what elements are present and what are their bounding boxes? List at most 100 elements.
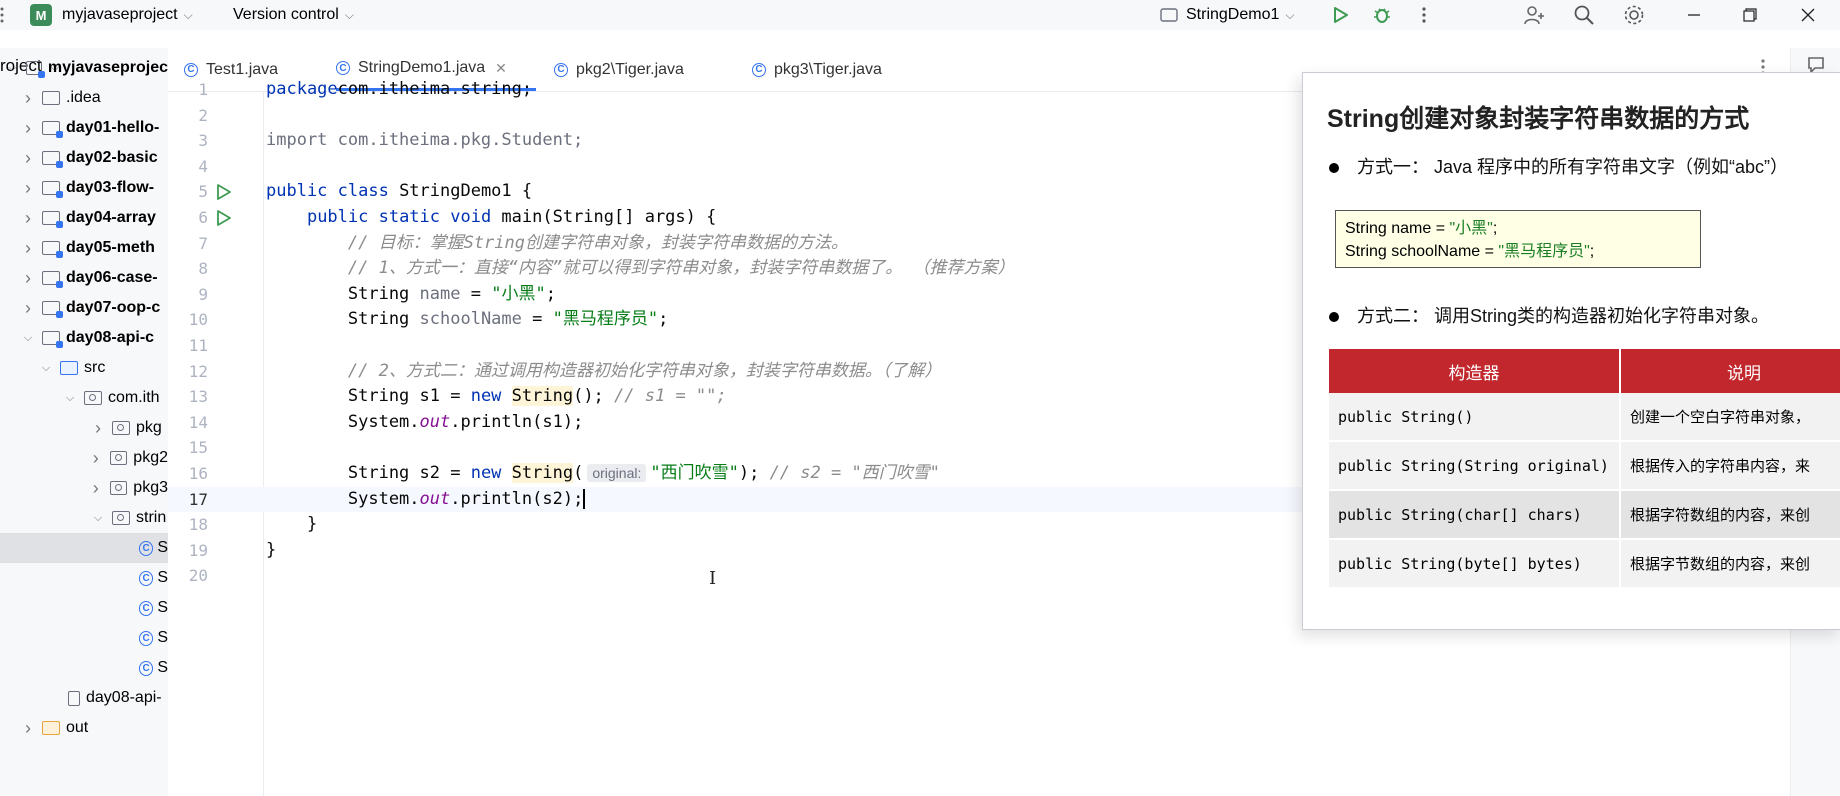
chevron-down-icon[interactable]: ⌵ [7,62,18,75]
code-token: out [419,411,451,432]
code-text[interactable]: System.out.println(s1); [266,410,583,436]
tree-item[interactable]: › day02-basic [0,143,168,173]
tree-item[interactable]: › day04-array [0,203,168,233]
tab-label: pkg2\Tiger.java [576,60,684,78]
code-token: // s1 = ""; [614,386,727,407]
code-token: // 1、方式一：直接“内容”就可以得到字符串对象，封装字符串数据了。 （推荐方… [266,258,1015,279]
tree-item[interactable]: CS [0,563,168,593]
tree-item-label: day05-meth [66,239,155,256]
close-tab-icon[interactable]: ✕ [495,60,507,77]
tree-item[interactable]: › day01-hello- [0,113,168,143]
code-text[interactable]: public class StringDemo1 { [266,179,532,205]
table-cell: public String(String original) [1329,441,1621,491]
tree-item[interactable]: › day06-case- [0,263,168,293]
run-config-selector[interactable]: StringDemo1 ⌵ [1160,0,1294,30]
minimize-icon[interactable] [1682,3,1706,27]
code-text[interactable]: // 1、方式一：直接“内容”就可以得到字符串对象，封装字符串数据了。 （推荐方… [266,256,1015,282]
module-folder-icon [42,181,63,198]
tree-item-label: day08-api- [86,689,162,706]
code-line: 20 [168,563,1304,589]
chevron-right-icon[interactable]: › [22,718,34,739]
main-menu-icon[interactable] [0,0,6,30]
code-text[interactable]: System.out.println(s2); [266,487,586,513]
line-number: 1 [198,80,208,99]
tree-item[interactable]: CS [0,593,168,623]
tree-item[interactable]: CS [0,533,168,563]
run-gutter-icon[interactable] [214,183,232,201]
search-icon[interactable] [1572,3,1596,27]
code-token: // 目标：掌握String创建字符串对象，封装字符串数据的方法。 [266,232,848,253]
module-folder-icon [42,301,63,318]
tree-item[interactable]: ⌵ day08-api-c [0,323,168,353]
run-gutter-icon[interactable] [214,209,232,227]
run-icon[interactable] [1328,3,1352,27]
code-token: ( [573,463,584,483]
settings-icon[interactable] [1622,3,1646,27]
chevron-right-icon[interactable]: › [22,208,34,229]
code-text[interactable]: } [266,538,276,564]
tree-item[interactable]: › pkg3 [0,473,168,503]
close-icon[interactable] [1796,3,1820,27]
code-text[interactable]: String s2 = new String(original: "西门吹雪");… [266,461,940,487]
bullet-dot-icon [1329,163,1339,174]
chevron-right-icon[interactable]: › [92,418,104,439]
chevron-down-icon[interactable]: ⌵ [22,332,34,345]
tree-item-label: day06-case- [66,269,158,286]
tree-item[interactable]: › .idea [0,83,168,113]
chevron-down-icon[interactable]: ⌵ [40,362,52,375]
code-text[interactable]: // 2、方式二：通过调用构造器初始化字符串对象，封装字符串数据。（了解） [266,359,941,385]
version-control-menu[interactable]: Version control ⌵ [233,0,354,30]
chevron-right-icon[interactable]: › [22,238,34,259]
chevron-right-icon[interactable]: › [22,178,34,199]
tree-item[interactable]: ⌵ src [0,353,168,383]
package-icon [109,481,128,495]
code-token: (); [573,386,615,407]
tree-item[interactable]: CS [0,623,168,653]
code-token: ; [658,309,669,330]
code-text[interactable]: // 目标：掌握String创建字符串对象，封装字符串数据的方法。 [266,231,848,257]
tree-item[interactable]: ⌵ strin [0,503,168,533]
code-text[interactable]: import com.itheima.pkg.Student; [266,128,583,154]
tree-item[interactable]: › out [0,713,168,743]
tree-item[interactable]: › pkg2 [0,443,168,473]
chevron-right-icon[interactable]: › [90,448,102,469]
code-text[interactable]: String name = "小黑"; [266,282,556,308]
add-user-icon[interactable] [1522,3,1546,27]
code-line: 9 String name = "小黑"; [168,282,1304,308]
debug-icon[interactable] [1370,3,1394,27]
code-text[interactable]: packagecom.itheima.string; [266,77,532,103]
code-token: ; [545,283,556,304]
chevron-right-icon[interactable]: › [22,88,34,109]
chevron-right-icon[interactable]: › [22,268,34,289]
tree-item[interactable]: ⌵ myjavaseprojec [0,53,168,83]
code-line: 3 import com.itheima.pkg.Student; [168,128,1304,154]
more-icon[interactable] [1412,3,1436,27]
chevron-right-icon[interactable]: › [90,478,102,499]
class-icon: C [138,570,154,586]
tree-item[interactable]: › day05-meth [0,233,168,263]
chevron-right-icon[interactable]: › [22,118,34,139]
chevron-down-icon[interactable]: ⌵ [64,392,76,405]
tree-item[interactable]: CS [0,653,168,683]
code-line: 19} [168,538,1304,564]
line-number: 12 [188,361,208,381]
chevron-down-icon[interactable]: ⌵ [92,512,104,525]
slide-overlay: String创建对象封装字符串数据的方式 方式一： Java 程序中的所有字符串… [1302,72,1840,630]
code-token: name [419,283,461,304]
code-token: com.itheima.string; [337,79,533,99]
project-switcher[interactable]: M myjavaseproject ⌵ [30,0,193,30]
chevron-right-icon[interactable]: › [22,298,34,319]
code-text[interactable]: public static void main(String[] args) { [266,205,716,231]
code-text[interactable]: } [266,512,317,538]
bullet-text: 方式一： Java 程序中的所有字符串文字（例如“abc”） [1357,157,1789,177]
title-bar: M myjavaseproject ⌵ Version control ⌵ St… [0,0,1840,30]
tree-item[interactable]: › pkg [0,413,168,443]
tree-item[interactable]: day08-api- [0,683,168,713]
code-text[interactable]: String schoolName = "黑马程序员"; [266,307,668,333]
chevron-right-icon[interactable]: › [22,148,34,169]
tree-item[interactable]: › day07-oop-c [0,293,168,323]
tree-item[interactable]: › day03-flow- [0,173,168,203]
restore-icon[interactable] [1738,3,1762,27]
code-text[interactable]: String s1 = new String(); // s1 = ""; [266,384,727,410]
tree-item[interactable]: ⌵ com.ith [0,383,168,413]
